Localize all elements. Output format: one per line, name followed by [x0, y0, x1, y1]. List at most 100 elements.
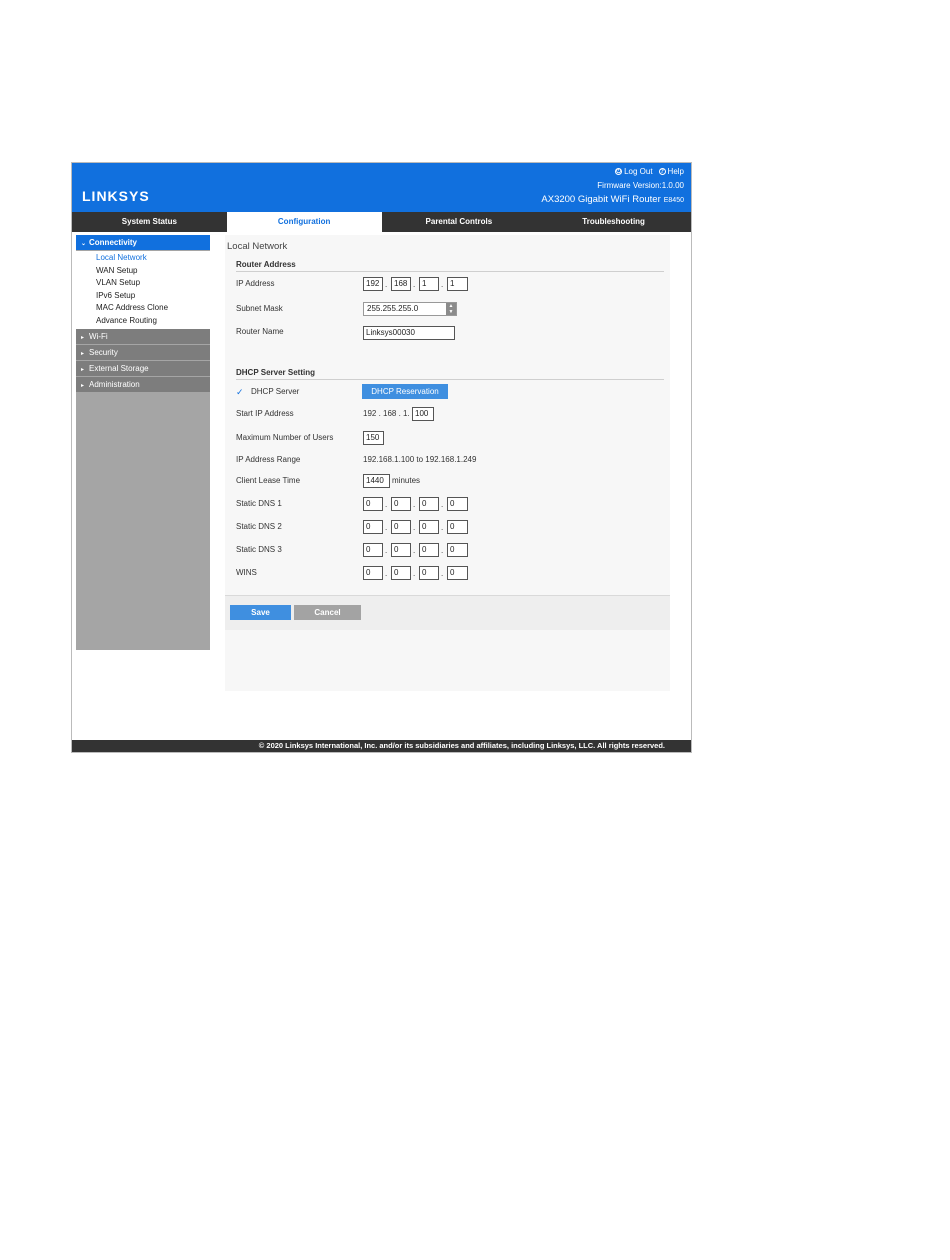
dns2-octet-2-input[interactable]: 0 — [391, 520, 411, 534]
dot-separator: . — [413, 546, 416, 555]
static-dns-1-label: Static DNS 1 — [236, 499, 282, 508]
wins-octet-1-input[interactable]: 0 — [363, 566, 383, 580]
dot-separator: . — [385, 569, 388, 578]
client-lease-time-label: Client Lease Time — [236, 476, 301, 485]
router-name-input[interactable]: Linksys00030 — [363, 326, 455, 340]
dot-separator: . — [385, 546, 388, 555]
sidebar-section-label: Security — [89, 347, 118, 357]
dns1-octet-4-input[interactable]: 0 — [447, 497, 468, 511]
dot-separator: . — [441, 569, 444, 578]
content-panel: Local Network Router Address IP Address … — [225, 235, 670, 691]
page-title: Local Network — [227, 241, 288, 252]
lease-unit: minutes — [392, 476, 421, 485]
dot-separator: . — [385, 280, 388, 289]
help-label: Help — [667, 167, 684, 176]
spinner-arrows-icon: ▲ ▼ — [446, 303, 456, 315]
sidebar-section-label: Connectivity — [89, 238, 138, 247]
connectivity-submenu: Local Network WAN Setup VLAN Setup IPv6 … — [76, 251, 210, 329]
dns3-octet-3-input[interactable]: 0 — [419, 543, 439, 557]
logout-link[interactable]: ⏻ Log Out — [615, 167, 653, 176]
ip-octet-1-input[interactable]: 192 — [363, 277, 383, 291]
dhcp-server-setting-heading: DHCP Server Setting — [236, 368, 664, 380]
sidebar-item-vlan-setup[interactable]: VLAN Setup — [76, 277, 210, 290]
client-lease-time-input[interactable]: 1440 — [363, 474, 390, 488]
sidebar-item-wan-setup[interactable]: WAN Setup — [76, 265, 210, 278]
dns3-octet-2-input[interactable]: 0 — [391, 543, 411, 557]
dot-separator: . — [413, 280, 416, 289]
start-ip-address-label: Start IP Address — [236, 409, 294, 418]
subnet-mask-label: Subnet Mask — [236, 304, 283, 313]
top-links: ⏻ Log Out ? Help — [615, 167, 684, 176]
sidebar-item-mac-address-clone[interactable]: MAC Address Clone — [76, 302, 210, 315]
cancel-button[interactable]: Cancel — [294, 605, 361, 620]
sidebar-section-wifi[interactable]: ▸ Wi-Fi — [76, 328, 210, 345]
sidebar-section-label: Wi-Fi — [89, 331, 108, 341]
help-link[interactable]: ? Help — [658, 167, 684, 176]
tab-system-status[interactable]: System Status — [72, 212, 227, 232]
dns2-octet-1-input[interactable]: 0 — [363, 520, 383, 534]
dot-separator: . — [413, 500, 416, 509]
sidebar-section-security[interactable]: ▸ Security — [76, 344, 210, 361]
static-dns-2-label: Static DNS 2 — [236, 522, 282, 531]
dns3-octet-1-input[interactable]: 0 — [363, 543, 383, 557]
dhcp-reservation-button[interactable]: DHCP Reservation — [362, 384, 448, 399]
dot-separator: . — [413, 523, 416, 532]
dot-separator: . — [413, 569, 416, 578]
ip-octet-4-input[interactable]: 1 — [447, 277, 468, 291]
start-ip-last-octet-input[interactable]: 100 — [412, 407, 434, 421]
dns1-octet-2-input[interactable]: 0 — [391, 497, 411, 511]
wins-octet-2-input[interactable]: 0 — [391, 566, 411, 580]
sidebar-section-administration[interactable]: ▸ Administration — [76, 376, 210, 393]
logout-label: Log Out — [624, 167, 653, 176]
tab-parental-controls[interactable]: Parental Controls — [382, 212, 537, 232]
max-users-label: Maximum Number of Users — [236, 433, 334, 442]
sidebar: ⌄ Connectivity Local Network WAN Setup VL… — [76, 235, 210, 650]
dot-separator: . — [441, 523, 444, 532]
dot-separator: . — [441, 500, 444, 509]
wins-label: WINS — [236, 568, 257, 577]
dns2-octet-3-input[interactable]: 0 — [419, 520, 439, 534]
firmware-version: Firmware Version:1.0.00 — [597, 181, 684, 190]
dns1-octet-1-input[interactable]: 0 — [363, 497, 383, 511]
dns1-octet-3-input[interactable]: 0 — [419, 497, 439, 511]
save-button[interactable]: Save — [230, 605, 291, 620]
sidebar-item-local-network[interactable]: Local Network — [76, 252, 210, 265]
sidebar-item-advance-routing[interactable]: Advance Routing — [76, 315, 210, 328]
subnet-mask-value: 255.255.255.0 — [367, 304, 419, 313]
main-tabs: System Status Configuration Parental Con… — [72, 212, 691, 232]
router-admin-window: LINKSYS ⏻ Log Out ? Help Firmware Versio… — [71, 162, 692, 753]
dot-separator: . — [385, 500, 388, 509]
wins-octet-3-input[interactable]: 0 — [419, 566, 439, 580]
chevron-right-icon: ▸ — [81, 382, 85, 389]
ip-address-label: IP Address — [236, 279, 275, 288]
dot-separator: . — [441, 280, 444, 289]
sidebar-item-ipv6-setup[interactable]: IPv6 Setup — [76, 290, 210, 303]
subnet-mask-select[interactable]: 255.255.255.0 ▲ ▼ — [363, 302, 457, 316]
router-address-heading: Router Address — [236, 260, 664, 272]
router-name-label: Router Name — [236, 327, 284, 336]
ip-octet-3-input[interactable]: 1 — [419, 277, 439, 291]
router-model-name: AX3200 Gigabit WiFi Router — [541, 194, 661, 205]
footer-copyright: © 2020 Linksys International, Inc. and/o… — [72, 740, 691, 752]
ip-address-range-value: 192.168.1.100 to 192.168.1.249 — [363, 455, 477, 464]
tab-configuration[interactable]: Configuration — [226, 212, 382, 232]
dns3-octet-4-input[interactable]: 0 — [447, 543, 468, 557]
dhcp-server-label: DHCP Server — [251, 387, 300, 396]
sidebar-section-label: External Storage — [89, 363, 149, 373]
chevron-down-icon: ⌄ — [81, 241, 87, 247]
dhcp-server-checkbox[interactable]: ✓ — [236, 387, 244, 397]
max-users-input[interactable]: 150 — [363, 431, 384, 445]
start-ip-prefix: 192 . 168 . 1. — [363, 409, 410, 418]
chevron-right-icon: ▸ — [81, 366, 85, 373]
ip-octet-2-input[interactable]: 168 — [391, 277, 411, 291]
help-icon: ? — [658, 168, 666, 175]
wins-octet-4-input[interactable]: 0 — [447, 566, 468, 580]
dns2-octet-4-input[interactable]: 0 — [447, 520, 468, 534]
header-bar: LINKSYS ⏻ Log Out ? Help Firmware Versio… — [72, 163, 691, 212]
sidebar-section-external-storage[interactable]: ▸ External Storage — [76, 360, 210, 377]
checkmark-icon: ✓ — [236, 387, 244, 397]
tab-troubleshooting[interactable]: Troubleshooting — [536, 212, 691, 232]
router-model-code: E8450 — [663, 197, 684, 204]
static-dns-3-label: Static DNS 3 — [236, 545, 282, 554]
sidebar-section-connectivity[interactable]: ⌄ Connectivity — [76, 235, 210, 251]
